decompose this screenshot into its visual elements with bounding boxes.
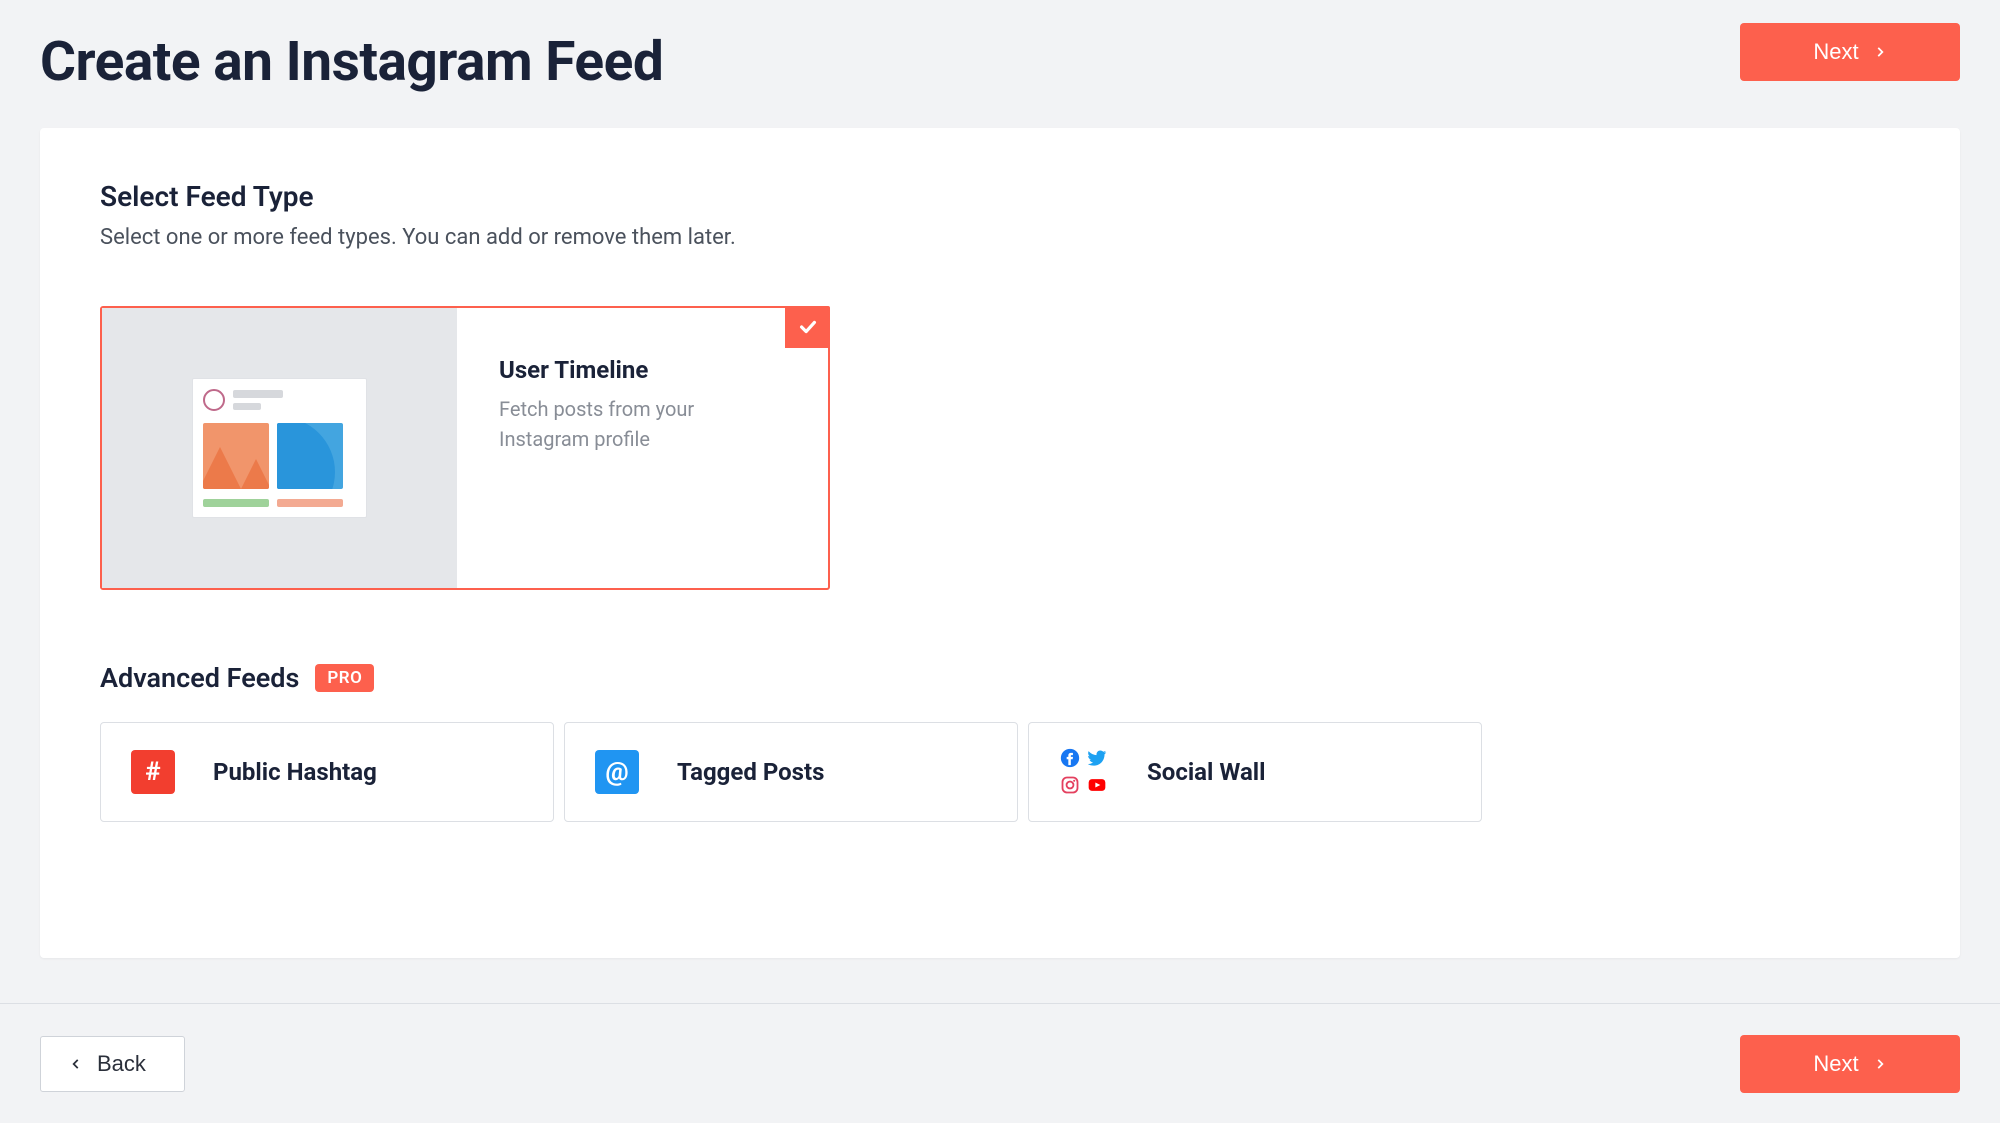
advanced-header: Advanced Feeds PRO: [100, 662, 1900, 694]
back-button[interactable]: Back: [40, 1036, 185, 1092]
section-title: Select Feed Type: [100, 180, 1900, 213]
chevron-left-icon: [69, 1057, 83, 1071]
advanced-feed-tagged-posts[interactable]: @ Tagged Posts: [564, 722, 1018, 822]
chevron-right-icon: [1873, 1057, 1887, 1071]
youtube-icon: [1086, 774, 1108, 796]
bottom-bar: Back Next: [0, 1003, 2000, 1123]
section-subtitle: Select one or more feed types. You can a…: [100, 225, 1900, 250]
twitter-icon: [1086, 747, 1108, 769]
hashtag-icon: #: [131, 750, 175, 794]
next-button-label: Next: [1813, 1051, 1858, 1077]
feed-type-user-timeline[interactable]: User Timeline Fetch posts from your Inst…: [100, 306, 830, 590]
next-button-label: Next: [1813, 39, 1858, 65]
mention-icon: @: [595, 750, 639, 794]
advanced-feed-social-wall[interactable]: Social Wall: [1028, 722, 1482, 822]
content-card: Select Feed Type Select one or more feed…: [40, 128, 1960, 958]
next-button-bottom[interactable]: Next: [1740, 1035, 1960, 1093]
page-header: Create an Instagram Feed Next: [0, 0, 2000, 94]
advanced-feed-label: Tagged Posts: [677, 758, 824, 786]
advanced-feed-list: # Public Hashtag @ Tagged Posts: [100, 722, 1900, 822]
facebook-icon: [1059, 747, 1081, 769]
feed-type-illustration: [102, 308, 457, 588]
advanced-feed-public-hashtag[interactable]: # Public Hashtag: [100, 722, 554, 822]
feed-type-body: User Timeline Fetch posts from your Inst…: [457, 308, 828, 588]
page-root: Create an Instagram Feed Next Select Fee…: [0, 0, 2000, 1123]
advanced-feed-label: Public Hashtag: [213, 758, 377, 786]
advanced-title: Advanced Feeds: [100, 662, 299, 694]
feed-type-title: User Timeline: [499, 356, 786, 384]
illustration-mock: [192, 378, 367, 518]
page-title: Create an Instagram Feed: [40, 10, 663, 94]
advanced-feed-label: Social Wall: [1147, 758, 1266, 786]
next-button-top[interactable]: Next: [1740, 23, 1960, 81]
back-button-label: Back: [97, 1051, 146, 1077]
feed-type-description: Fetch posts from your Instagram profile: [499, 394, 779, 454]
instagram-icon: [1059, 774, 1081, 796]
selected-check-badge: [785, 306, 830, 348]
check-icon: [797, 316, 819, 338]
pro-badge: PRO: [315, 664, 374, 692]
social-wall-icon: [1059, 747, 1109, 797]
chevron-right-icon: [1873, 45, 1887, 59]
